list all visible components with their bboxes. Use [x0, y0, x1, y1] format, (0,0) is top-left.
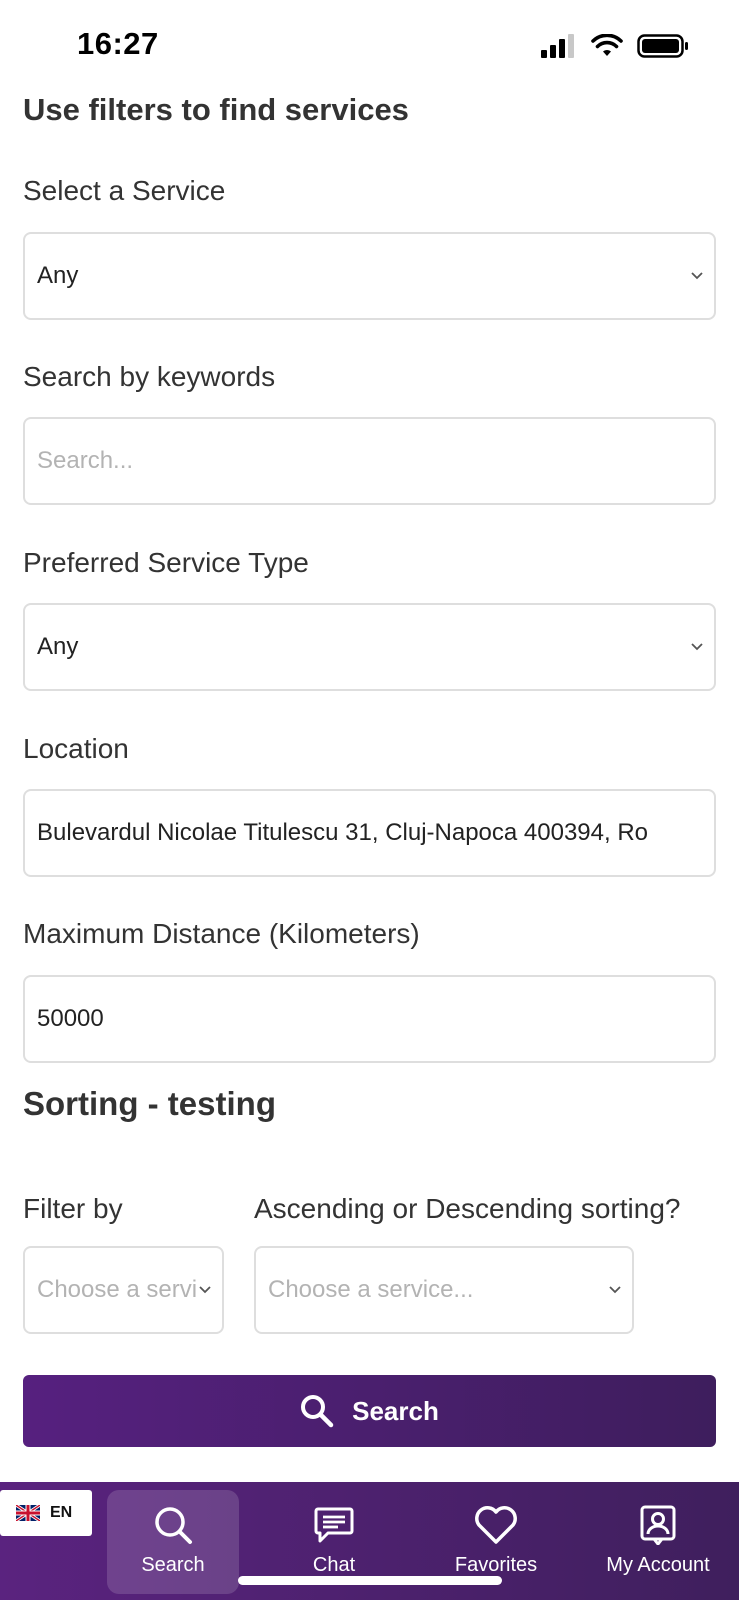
nav-chat-label: Chat: [312, 1554, 356, 1576]
location-input[interactable]: Bulevardul Nicolae Titulescu 31, Cluj-Na…: [23, 789, 716, 877]
chevron-down-icon: [199, 1286, 211, 1294]
distance-input[interactable]: 50000: [23, 975, 716, 1063]
search-button-label: Search: [352, 1395, 439, 1426]
distance-value: 50000: [37, 1005, 104, 1032]
keywords-placeholder: Search...: [37, 447, 134, 474]
heart-icon: [475, 1506, 517, 1544]
search-button[interactable]: Search: [23, 1375, 716, 1447]
chat-icon: [314, 1507, 354, 1543]
distance-label: Maximum Distance (Kilometers): [23, 918, 420, 949]
uk-flag-icon: [16, 1505, 40, 1521]
chevron-down-icon: [609, 1286, 621, 1294]
service-select[interactable]: Any: [23, 232, 716, 320]
search-icon: [301, 1395, 334, 1428]
sorting-title: Sorting - testing: [23, 1085, 276, 1122]
filter-by-select[interactable]: Choose a servi: [23, 1246, 224, 1334]
nav-favorites-label: Favorites: [454, 1554, 538, 1576]
filter-by-placeholder: Choose a servi: [37, 1276, 198, 1303]
service-select-value: Any: [37, 262, 79, 289]
service-type-value: Any: [37, 633, 79, 660]
sort-order-placeholder: Choose a service...: [268, 1276, 474, 1303]
location-value: Bulevardul Nicolae Titulescu 31, Cluj-Na…: [37, 819, 649, 846]
filter-by-label: Filter by: [23, 1193, 123, 1224]
account-icon: [640, 1505, 676, 1545]
signal-icon: [541, 34, 574, 58]
home-indicator: [238, 1576, 502, 1585]
service-label: Select a Service: [23, 175, 226, 206]
language-code: EN: [50, 1504, 73, 1521]
nav-search[interactable]: Search: [107, 1490, 239, 1594]
service-type-select[interactable]: Any: [23, 603, 716, 691]
page-title: Use filters to find services: [23, 92, 409, 127]
location-label: Location: [23, 733, 129, 764]
service-type-label: Preferred Service Type: [23, 547, 309, 578]
language-switcher[interactable]: EN: [0, 1490, 92, 1536]
keywords-input[interactable]: Search...: [23, 417, 716, 505]
sort-order-label: Ascending or Descending sorting?: [254, 1193, 681, 1224]
battery-icon: [637, 34, 688, 58]
chevron-down-icon: [691, 643, 703, 651]
nav-my-account[interactable]: My Account: [592, 1490, 724, 1594]
wifi-icon: [591, 34, 623, 56]
sort-order-select[interactable]: Choose a service...: [254, 1246, 634, 1334]
nav-my-account-label: My Account: [606, 1554, 710, 1576]
chevron-down-icon: [691, 272, 703, 280]
status-time: 16:27: [77, 26, 159, 61]
status-bar: 16:27: [0, 0, 739, 90]
status-icons: [541, 34, 689, 58]
search-icon: [155, 1507, 192, 1544]
nav-search-label: Search: [141, 1554, 205, 1576]
keywords-label: Search by keywords: [23, 361, 276, 392]
